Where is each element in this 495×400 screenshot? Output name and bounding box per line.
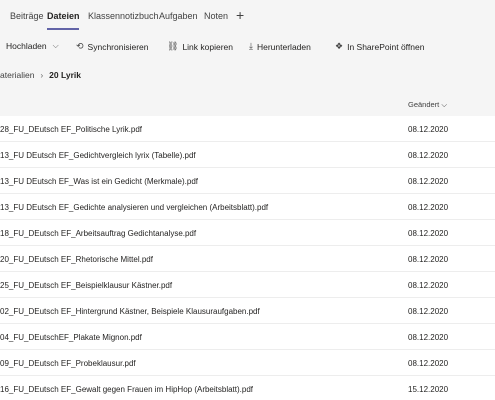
file-modified-date: 08.12.2020 bbox=[408, 229, 449, 238]
column-header-modified[interactable]: Geändert ⌵ bbox=[408, 100, 447, 110]
breadcrumb-parent[interactable]: aterialien bbox=[0, 70, 35, 80]
file-name[interactable]: 13_FU DEutsch EF_Gedichtvergleich lyrix … bbox=[0, 151, 196, 160]
sharepoint-label: In SharePoint öffnen bbox=[347, 41, 425, 52]
file-modified-date: 08.12.2020 bbox=[408, 307, 449, 316]
active-tab-indicator bbox=[47, 28, 79, 30]
add-tab-icon[interactable]: + bbox=[236, 7, 244, 23]
file-modified-date: 08.12.2020 bbox=[408, 151, 449, 160]
download-button[interactable]: ⤓ Herunterladen bbox=[249, 41, 311, 52]
files-toolbar: Hochladen ⌵ ⟲ Synchronisieren ⛓ Link kop… bbox=[0, 35, 495, 61]
file-row[interactable]: 02_FU_DEutsch EF_Hintergrund Kästner, Be… bbox=[0, 298, 495, 324]
link-icon: ⛓ bbox=[167, 41, 179, 51]
open-in-sharepoint-button[interactable]: ❖ In SharePoint öffnen bbox=[335, 41, 424, 52]
sync-icon: ⟲ bbox=[76, 41, 84, 51]
file-modified-date: 08.12.2020 bbox=[408, 255, 449, 264]
teams-files-view: Beiträge Dateien Klassennotizbuch Aufgab… bbox=[0, 0, 495, 400]
file-name[interactable]: 18_FU_DEutsch EF_Arbeitsauftrag Gedichta… bbox=[0, 229, 196, 238]
file-name[interactable]: 16_FU_DEutsch EF_Gewalt gegen Frauen im … bbox=[0, 385, 253, 394]
file-modified-date: 08.12.2020 bbox=[408, 177, 449, 186]
file-name[interactable]: 25_FU_DEutsch EF_Beispielklausur Kästner… bbox=[0, 281, 172, 290]
file-name[interactable]: 02_FU_DEutsch EF_Hintergrund Kästner, Be… bbox=[0, 307, 260, 316]
copy-link-label: Link kopieren bbox=[182, 41, 233, 52]
file-row[interactable]: 18_FU_DEutsch EF_Arbeitsauftrag Gedichta… bbox=[0, 220, 495, 246]
copy-link-button[interactable]: ⛓ Link kopieren bbox=[167, 41, 233, 52]
channel-tab-bar: Beiträge Dateien Klassennotizbuch Aufgab… bbox=[0, 0, 495, 35]
file-row[interactable]: 04_FU_DEutschEF_Plakate Mignon.pdf 08.12… bbox=[0, 324, 495, 350]
tab-noten[interactable]: Noten bbox=[204, 11, 228, 21]
file-name[interactable]: 09_FU_DEutsch EF_Probeklausur.pdf bbox=[0, 359, 136, 368]
download-icon: ⤓ bbox=[249, 41, 253, 51]
file-row[interactable]: 13_FU DEutsch EF_Was ist ein Gedicht (Me… bbox=[0, 168, 495, 194]
file-row[interactable]: 25_FU_DEutsch EF_Beispielklausur Kästner… bbox=[0, 272, 495, 298]
file-modified-date: 08.12.2020 bbox=[408, 359, 449, 368]
upload-button[interactable]: Hochladen ⌵ bbox=[6, 41, 59, 51]
tab-beitraege[interactable]: Beiträge bbox=[10, 11, 44, 21]
file-name[interactable]: 13_FU DEutsch EF_Gedichte analysieren un… bbox=[0, 203, 268, 212]
tab-dateien[interactable]: Dateien bbox=[47, 11, 80, 21]
file-row[interactable]: 13_FU DEutsch EF_Gedichte analysieren un… bbox=[0, 194, 495, 220]
file-modified-date: 08.12.2020 bbox=[408, 281, 449, 290]
tab-klassennotizbuch[interactable]: Klassennotizbuch bbox=[88, 11, 159, 21]
file-modified-date: 08.12.2020 bbox=[408, 333, 449, 342]
sync-label: Synchronisieren bbox=[87, 41, 149, 52]
breadcrumb-current: 20 Lyrik bbox=[49, 70, 81, 80]
file-name[interactable]: 04_FU_DEutschEF_Plakate Mignon.pdf bbox=[0, 333, 142, 342]
upload-label: Hochladen bbox=[6, 41, 47, 51]
download-label: Herunterladen bbox=[256, 41, 311, 52]
sharepoint-icon: ❖ bbox=[335, 41, 344, 51]
file-row[interactable]: 09_FU_DEutsch EF_Probeklausur.pdf 08.12.… bbox=[0, 350, 495, 376]
file-name[interactable]: 13_FU DEutsch EF_Was ist ein Gedicht (Me… bbox=[0, 177, 198, 186]
file-name[interactable]: 20_FU_DEutsch EF_Rhetorische Mittel.pdf bbox=[0, 255, 153, 264]
sync-button[interactable]: ⟲ Synchronisieren bbox=[76, 41, 149, 52]
file-modified-date: 08.12.2020 bbox=[408, 203, 449, 212]
file-row[interactable]: 13_FU DEutsch EF_Gedichtvergleich lyrix … bbox=[0, 142, 495, 168]
breadcrumb: aterialien › 20 Lyrik bbox=[0, 68, 81, 82]
file-row[interactable]: 20_FU_DEutsch EF_Rhetorische Mittel.pdf … bbox=[0, 246, 495, 272]
file-row[interactable]: 16_FU_DEutsch EF_Gewalt gegen Frauen im … bbox=[0, 376, 495, 400]
file-name[interactable]: 28_FU_DEutsch EF_Politische Lyrik.pdf bbox=[0, 125, 142, 134]
file-modified-date: 08.12.2020 bbox=[408, 125, 449, 134]
file-row[interactable]: 28_FU_DEutsch EF_Politische Lyrik.pdf 08… bbox=[0, 116, 495, 142]
chevron-down-icon: ⌵ bbox=[52, 41, 59, 50]
file-modified-date: 15.12.2020 bbox=[408, 385, 449, 394]
tab-aufgaben[interactable]: Aufgaben bbox=[159, 11, 198, 21]
chevron-right-icon: › bbox=[40, 70, 44, 80]
